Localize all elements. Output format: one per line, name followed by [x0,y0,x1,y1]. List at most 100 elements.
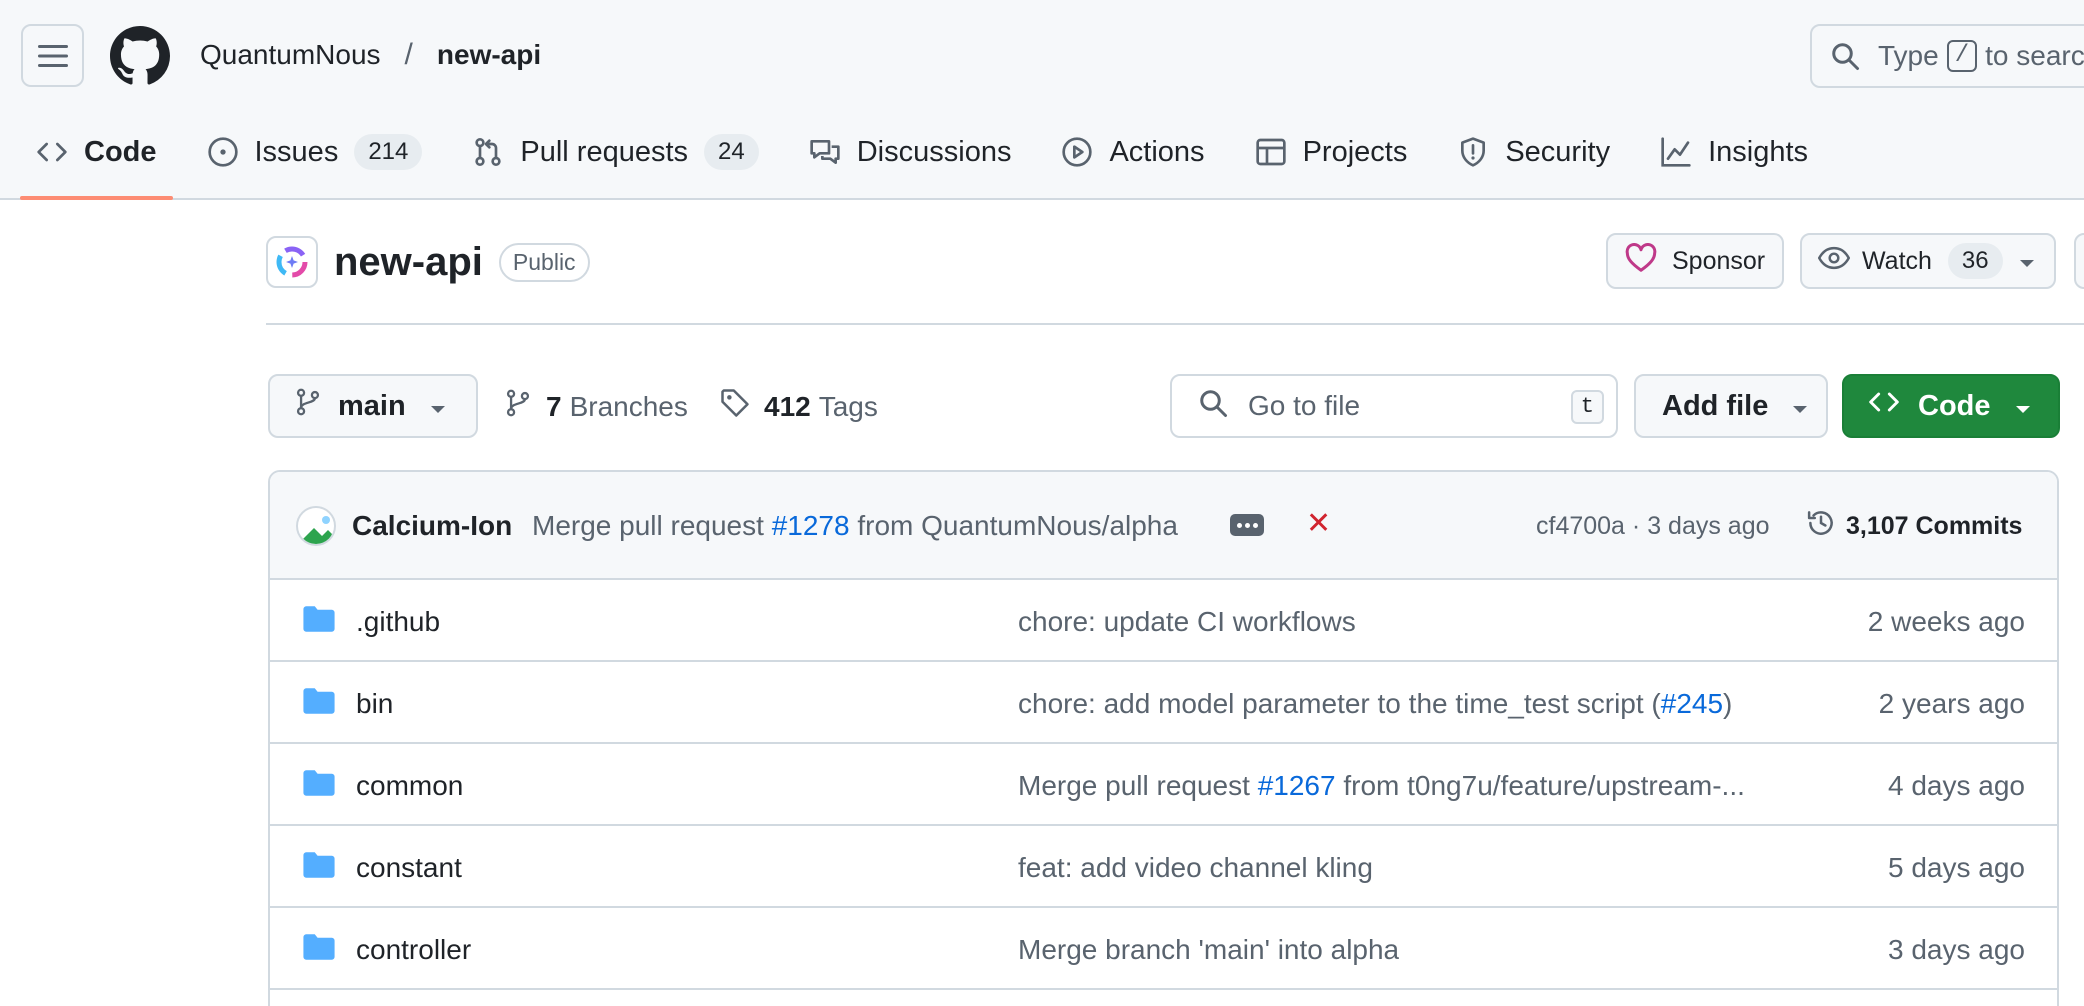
file-commit-message[interactable]: Merge branch 'main' into alpha [1018,934,1399,966]
global-search-input[interactable]: Type / to search [1810,24,2084,88]
expand-commit-button[interactable] [1230,514,1264,536]
sponsor-button[interactable]: Sponsor [1606,233,1784,289]
graph-icon [1660,136,1692,168]
table-row[interactable]: bin chore: add model parameter to the ti… [270,662,2057,744]
repo-link[interactable]: new-api [437,39,541,71]
table-row[interactable]: constant feat: add video channel kling 5… [270,826,2057,908]
header-divider [266,323,2084,325]
file-name-link[interactable]: .github [356,606,440,638]
folder-icon [302,932,336,969]
ellipsis-dot [1236,522,1242,528]
tab-discussions[interactable]: Discussions [793,118,1028,186]
msg-text: from t0ng7u/feature/upstream-... [1335,770,1745,801]
code-button[interactable]: Code [1842,374,2060,438]
tab-actions[interactable]: Actions [1045,118,1220,186]
breadcrumb-separator: / [404,38,413,71]
file-name-link[interactable]: controller [356,934,471,966]
msg-text: Merge branch 'main' into alpha [1018,934,1400,965]
code-button-label: Code [1918,389,1991,422]
commits-history-link[interactable]: 3,107 Commits [1806,508,2022,545]
table-row[interactable]: common Merge pull request #1267 from t0n… [270,744,2057,826]
go-to-file-input[interactable]: Go to file t [1170,374,1618,438]
msg-text: chore: add model parameter to the time_t… [1018,688,1661,719]
check-failed-icon[interactable]: ✕ [1306,506,1331,541]
msg-text: chore: update CI workflows [1018,606,1356,637]
commit-author-link[interactable]: Calcium-Ion [352,510,512,542]
add-file-label: Add file [1662,389,1769,422]
ellipsis-dot [1244,522,1250,528]
tab-pull-requests[interactable]: Pull requests 24 [456,118,774,186]
msg-link[interactable]: #245 [1661,688,1723,719]
branches-count: 7 [546,390,562,422]
commit-meta: cf4700a · 3 days ago [1536,512,1770,541]
visibility-badge: Public [498,242,590,282]
git-pull-request-icon [472,136,504,168]
msg-text: Merge pull request [1018,770,1258,801]
table-row[interactable]: controller Merge branch 'main' into alph… [270,908,2057,990]
tags-count: 412 [764,390,811,422]
avatar[interactable] [296,506,336,546]
issue-opened-icon [207,136,239,168]
watch-count-badge: 36 [1947,243,2003,279]
breadcrumb: QuantumNous / new-api [200,38,541,72]
file-commit-message[interactable]: chore: update CI workflows [1018,606,1356,638]
file-name-link[interactable]: constant [356,852,462,884]
commit-hash[interactable]: cf4700a [1536,512,1625,540]
file-commit-message[interactable]: chore: add model parameter to the time_t… [1018,688,1732,720]
code-icon [36,136,68,168]
tab-label: Pull requests [520,135,689,168]
commit-pr-link[interactable]: #1278 [772,510,850,541]
tab-label: Actions [1109,135,1205,168]
file-commit-message[interactable]: Merge pull request #1267 from t0ng7u/fea… [1018,770,1745,802]
tab-insights[interactable]: Insights [1644,118,1824,186]
issues-count-badge: 214 [354,134,423,170]
branches-label: Branches [569,390,688,422]
folder-icon [302,768,336,805]
file-age: 2 years ago [1878,688,2025,719]
branch-selector[interactable]: main [268,374,478,438]
search-prefix: Type [1878,40,1939,71]
tab-label: Discussions [856,135,1012,168]
tab-label: Projects [1302,135,1408,168]
git-branch-icon [294,387,322,425]
comment-discussion-icon [809,136,841,168]
msg-link[interactable]: #1267 [1258,770,1336,801]
tags-label: Tags [818,390,878,422]
table-row[interactable]: .github chore: update CI workflows 2 wee… [270,580,2057,662]
file-age: 5 days ago [1888,852,2025,883]
tags-link[interactable]: 412 Tags [720,388,878,425]
chevron-down-icon [2015,390,2031,423]
play-icon [1061,136,1093,168]
tab-issues[interactable]: Issues 214 [191,118,439,186]
tab-label: Code [84,135,157,168]
tab-projects[interactable]: Projects [1239,118,1424,186]
file-name-link[interactable]: bin [356,688,393,720]
commit-age: 3 days ago [1647,512,1770,540]
file-name-link[interactable]: common [356,770,463,802]
chevron-down-icon [2019,247,2035,276]
fork-button[interactable] [2074,233,2084,289]
tab-code[interactable]: Code [20,118,173,200]
commit-message[interactable]: Merge pull request #1278 from QuantumNou… [532,510,1178,542]
add-file-button[interactable]: Add file [1634,374,1828,438]
watch-button[interactable]: Watch 36 [1800,233,2056,289]
tab-security[interactable]: Security [1441,118,1626,186]
git-branch-icon [504,388,532,425]
file-age: 2 weeks ago [1867,606,2025,637]
watch-label: Watch [1862,246,1932,275]
owner-link[interactable]: QuantumNous [200,39,381,71]
branches-link[interactable]: 7 Branches [504,388,688,425]
repo-nav-tabs: Code Issues 214 Pull requests 24 Discuss… [20,118,1842,200]
code-icon [1868,386,1900,426]
folder-icon [302,604,336,641]
repo-title[interactable]: new-api [334,240,483,285]
github-logo-icon[interactable] [110,26,170,86]
commits-label: 3,107 Commits [1846,512,2023,540]
tag-icon [720,388,750,425]
menu-button[interactable] [21,24,84,87]
file-commit-message[interactable]: feat: add video channel kling [1018,852,1373,884]
commit-message-prefix: Merge pull request [532,510,764,541]
sponsor-label: Sponsor [1672,246,1766,275]
pull-requests-count-badge: 24 [704,134,759,170]
search-shortcut-key: / [1946,40,1978,72]
